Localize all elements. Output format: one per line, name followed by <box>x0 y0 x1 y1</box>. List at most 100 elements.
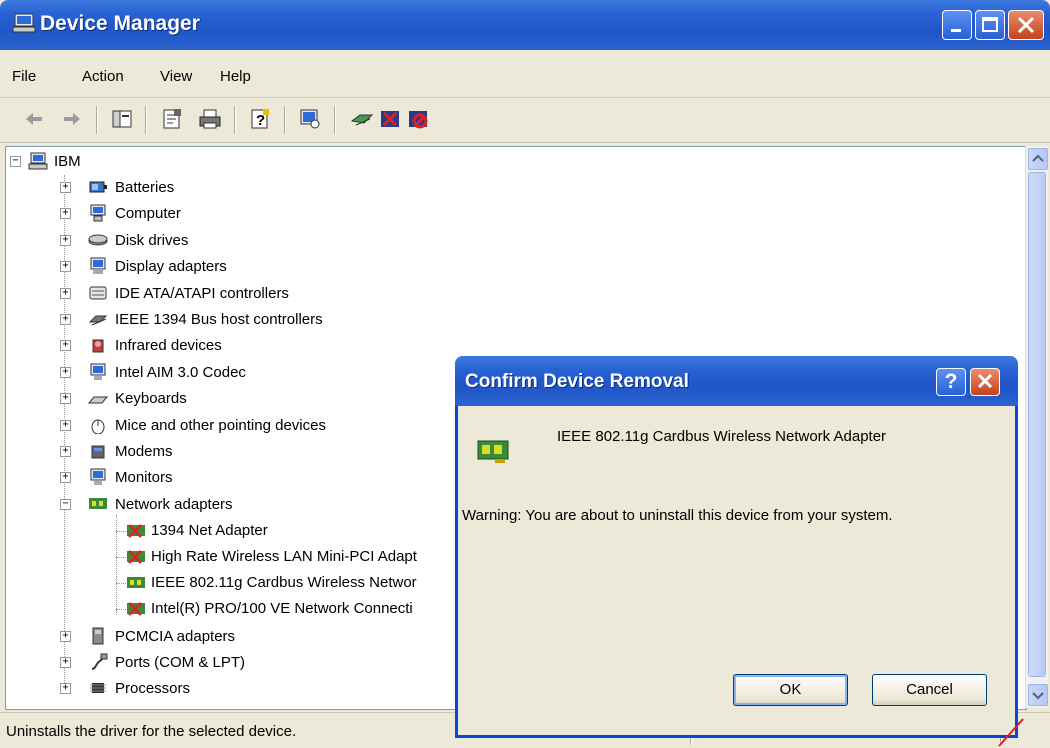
maximize-button[interactable] <box>975 10 1005 40</box>
title-bar[interactable]: Device Manager <box>0 0 1050 50</box>
collapse-icon[interactable]: − <box>10 156 21 167</box>
tree-category-ports[interactable]: + Ports (COM & LPT) <box>6 651 406 675</box>
tree-category-monitors[interactable]: + Monitors <box>6 466 406 490</box>
port-icon <box>91 653 108 670</box>
toolbar-separator <box>284 106 285 134</box>
device-manager-window: Device Manager File Action View Help ? −… <box>0 0 1050 748</box>
tree-category-infrared-devices[interactable]: + Infrared devices <box>6 334 406 358</box>
tree-category-keyboards[interactable]: + Keyboards <box>6 387 406 411</box>
tree-category-intel-aim-codec[interactable]: + Intel AIM 3.0 Codec <box>6 361 406 385</box>
expand-icon[interactable]: + <box>60 287 71 299</box>
menu-file[interactable]: File <box>12 68 36 85</box>
expand-icon[interactable]: + <box>60 472 71 484</box>
tree-category-disk-drives[interactable]: + Disk drives <box>6 229 406 253</box>
minimize-button[interactable] <box>942 10 972 40</box>
tree-category-mice-and-pointing-devices[interactable]: + Mice and other pointing devices <box>6 414 406 438</box>
properties-icon[interactable] <box>160 107 184 131</box>
tree-category-ide-ata-atapi-controllers[interactable]: + IDE ATA/ATAPI controllers <box>6 282 406 306</box>
show-hide-console-tree-icon[interactable] <box>110 107 134 131</box>
tree-item-label: Intel(R) PRO/100 VE Network Connecti <box>151 600 413 617</box>
collapse-icon[interactable]: − <box>60 498 71 510</box>
confirm-device-removal-dialog: Confirm Device Removal ? IEEE 802.11g Ca… <box>455 356 1018 738</box>
expand-icon[interactable]: + <box>60 208 71 220</box>
toolbar-separator <box>234 106 235 134</box>
expand-icon[interactable]: + <box>60 683 71 694</box>
scroll-down-button[interactable] <box>1028 684 1048 706</box>
tree-category-ieee-1394-bus-host-controllers[interactable]: + IEEE 1394 Bus host controllers <box>6 308 406 332</box>
tree-category-network-adapters[interactable]: − Network adapters <box>6 493 406 517</box>
tree-item-intel-pro-100[interactable]: Intel(R) PRO/100 VE Network Connecti <box>6 597 466 621</box>
dialog-help-button[interactable]: ? <box>936 368 966 396</box>
expand-icon[interactable]: + <box>60 182 71 193</box>
update-driver-icon[interactable] <box>350 107 374 131</box>
tree-category-label: Modems <box>115 443 173 460</box>
tree-category-processors[interactable]: + Processors <box>6 677 406 701</box>
expand-icon[interactable]: + <box>60 340 71 352</box>
tree-root-ibm[interactable]: − IBM <box>6 150 406 174</box>
tree-category-label: Keyboards <box>115 390 187 408</box>
cancel-button[interactable]: Cancel <box>872 674 987 706</box>
dialog-title: Confirm Device Removal <box>465 371 689 392</box>
tree-category-label: Processors <box>115 680 191 697</box>
expand-icon[interactable]: + <box>60 234 71 246</box>
forward-arrow-icon[interactable] <box>60 107 84 131</box>
tree-category-label: Mice and other pointing devices <box>115 416 326 434</box>
menu-action[interactable]: Action <box>82 68 124 85</box>
ok-button[interactable]: OK <box>733 674 848 706</box>
keyboard-icon <box>88 396 108 404</box>
status-text: Uninstalls the driver for the selected d… <box>6 723 297 740</box>
vertical-scrollbar[interactable] <box>1025 146 1048 708</box>
tree-category-modems[interactable]: + Modems <box>6 440 406 464</box>
tree-item-ieee-80211g[interactable]: IEEE 802.11g Cardbus Wireless Networ <box>6 571 466 595</box>
modem-icon <box>91 445 105 459</box>
dialog-warning-text: Warning: You are about to uninstall this… <box>462 507 893 524</box>
tree-item-label: High Rate Wireless LAN Mini-PCI Adapt <box>151 548 417 565</box>
toolbar-separator <box>96 106 97 134</box>
tree-item-label: 1394 Net Adapter <box>151 522 268 539</box>
expand-icon[interactable]: + <box>60 366 71 378</box>
tree-category-label: Network adapters <box>115 495 233 513</box>
print-icon[interactable] <box>198 107 222 131</box>
computer-icon <box>12 13 36 33</box>
dialog-title-bar[interactable]: Confirm Device Removal ? <box>455 356 1018 406</box>
expand-icon[interactable]: + <box>60 657 71 668</box>
menu-view[interactable]: View <box>160 68 192 85</box>
tree-category-pcmcia-adapters[interactable]: + PCMCIA adapters <box>6 625 406 649</box>
network-adapter-disabled-icon <box>127 602 145 616</box>
audio-codec-icon <box>90 363 106 380</box>
tree-category-display-adapters[interactable]: + Display adapters <box>6 255 406 279</box>
scroll-thumb[interactable] <box>1028 172 1046 677</box>
expand-icon[interactable]: + <box>60 314 71 325</box>
tree-item-label: IEEE 802.11g Cardbus Wireless Networ <box>151 574 417 591</box>
back-arrow-icon[interactable] <box>22 107 46 131</box>
processor-icon <box>90 683 106 693</box>
expand-icon[interactable]: + <box>60 446 71 457</box>
expand-icon[interactable]: + <box>60 419 71 431</box>
tree-category-label: Batteries <box>115 179 175 196</box>
close-button[interactable] <box>1008 10 1044 40</box>
tree-category-batteries[interactable]: + Batteries <box>6 176 406 200</box>
menu-bar: File Action View Help <box>0 55 1050 98</box>
tree-item-high-rate-wireless[interactable]: High Rate Wireless LAN Mini-PCI Adapt <box>6 545 466 569</box>
expand-icon[interactable]: + <box>60 631 71 642</box>
chevron-up-icon <box>1032 154 1044 162</box>
infrared-icon <box>92 339 104 353</box>
tree-item-1394-net-adapter[interactable]: 1394 Net Adapter <box>6 519 466 543</box>
menu-help[interactable]: Help <box>220 68 251 85</box>
disable-icon[interactable] <box>406 107 430 131</box>
tree-category-label: Monitors <box>115 469 173 487</box>
tree-category-label: PCMCIA adapters <box>115 628 236 645</box>
dialog-close-button[interactable] <box>970 368 1000 396</box>
monitor-icon <box>90 468 106 486</box>
expand-icon[interactable]: + <box>60 261 71 273</box>
tree-category-computer[interactable]: + Computer <box>6 202 406 226</box>
help-icon[interactable]: ? <box>248 107 272 131</box>
pcmcia-icon <box>92 627 104 645</box>
uninstall-icon[interactable] <box>378 107 402 131</box>
scan-hardware-icon[interactable] <box>298 107 322 131</box>
network-adapter-icon <box>477 440 509 463</box>
scroll-up-button[interactable] <box>1028 148 1048 170</box>
firewire-controller-icon <box>88 315 108 326</box>
expand-icon[interactable]: + <box>60 393 71 405</box>
tree-category-label: Ports (COM & LPT) <box>115 654 246 671</box>
